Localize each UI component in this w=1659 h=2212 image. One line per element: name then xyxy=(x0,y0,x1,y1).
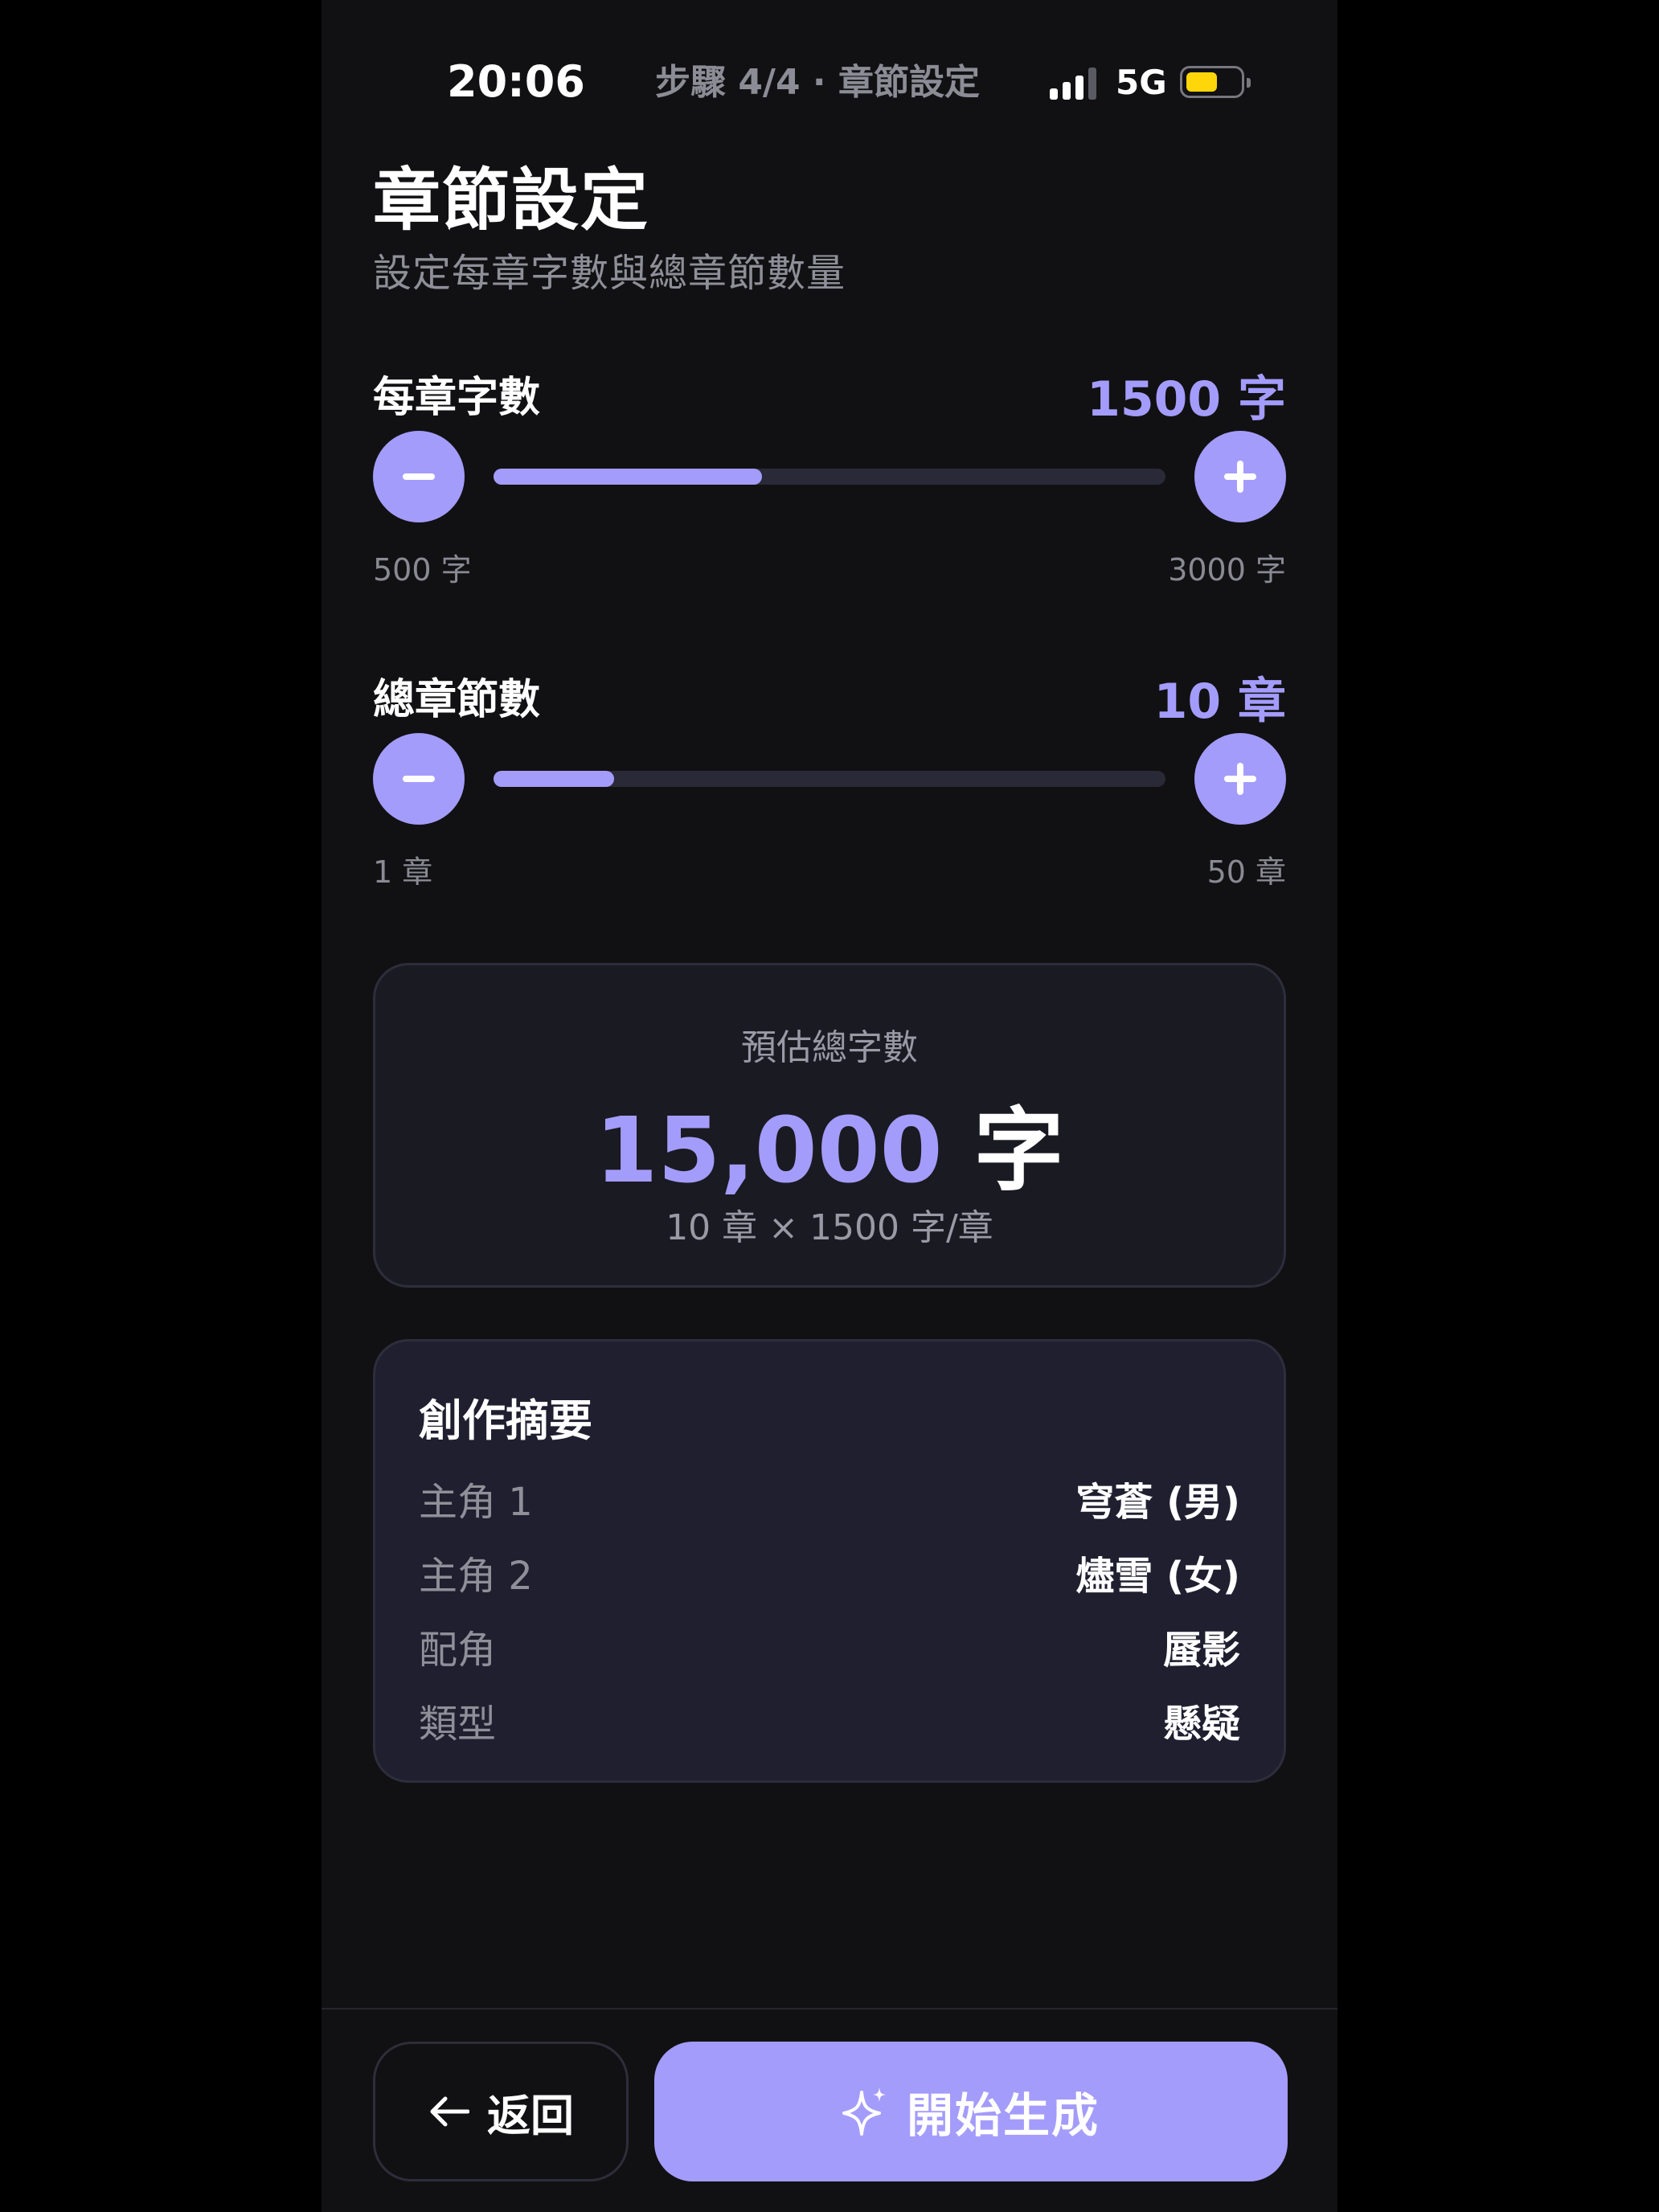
back-label: 返回 xyxy=(487,2090,574,2141)
estimate-label: 預估總字數 xyxy=(741,1027,918,1068)
words-per-chapter-label: 每章字數 xyxy=(373,374,541,422)
words-min-label: 500 字 xyxy=(373,552,472,588)
estimate-unit: 字 xyxy=(973,1099,1064,1203)
summary-value: 穹蒼 (男) xyxy=(1075,1480,1240,1525)
total-chapters-control: 總章節數 10 章 1 章 50 章 xyxy=(373,666,1286,891)
summary-key: 主角 2 xyxy=(419,1554,533,1599)
estimate-card: 預估總字數 15,000 字 10 章 × 1500 字/章 xyxy=(373,963,1286,1288)
chapters-max-label: 50 章 xyxy=(1206,854,1286,890)
decrease-chapters-button[interactable] xyxy=(373,733,465,825)
total-chapters-label: 總章節數 xyxy=(373,676,541,724)
network-type: 5G xyxy=(1116,63,1167,102)
sparkle-icon xyxy=(842,2087,886,2136)
estimate-value: 15,000 xyxy=(595,1099,943,1203)
estimate-total: 15,000 字 xyxy=(375,1078,1284,1208)
summary-value: 燼雪 (女) xyxy=(1075,1554,1240,1599)
page-title: 章節設定 xyxy=(373,161,650,240)
page-subtitle: 設定每章字數與總章節數量 xyxy=(373,251,846,296)
words-per-chapter-value: 1500 字 xyxy=(1087,371,1286,428)
decrease-words-button[interactable] xyxy=(373,431,465,522)
summary-value: 懸疑 xyxy=(1162,1702,1240,1747)
summary-row: 配角 蜃影 xyxy=(419,1618,1240,1674)
battery-icon xyxy=(1180,66,1251,98)
signal-bars-icon xyxy=(1050,68,1100,100)
phone-screen: 20:06 步驟 4/4 · 章節設定 5G 章節設定 設定每章字數與總章節數量… xyxy=(322,0,1337,2212)
total-chapters-value: 10 章 xyxy=(1153,674,1286,730)
words-max-label: 3000 字 xyxy=(1168,552,1286,588)
words-per-chapter-slider[interactable] xyxy=(494,469,1165,485)
bottom-divider xyxy=(322,2008,1337,2009)
start-generate-button[interactable]: 開始生成 xyxy=(654,2042,1288,2181)
summary-key: 配角 xyxy=(419,1628,497,1673)
plus-icon xyxy=(1224,461,1256,493)
words-per-chapter-control: 每章字數 1500 字 500 字 3000 字 xyxy=(373,363,1286,588)
chapters-min-label: 1 章 xyxy=(373,854,433,890)
increase-words-button[interactable] xyxy=(1194,431,1286,522)
arrow-left-icon xyxy=(430,2096,469,2127)
increase-chapters-button[interactable] xyxy=(1194,733,1286,825)
back-button[interactable]: 返回 xyxy=(373,2042,629,2181)
summary-key: 類型 xyxy=(419,1702,497,1747)
summary-row: 類型 懸疑 xyxy=(419,1692,1240,1748)
summary-row: 主角 1 穹蒼 (男) xyxy=(419,1470,1240,1526)
status-time: 20:06 xyxy=(447,56,585,107)
minus-icon xyxy=(403,776,435,782)
estimate-formula: 10 章 × 1500 字/章 xyxy=(666,1207,993,1248)
total-chapters-fill xyxy=(494,771,615,787)
summary-value: 蜃影 xyxy=(1162,1628,1240,1673)
step-indicator: 步驟 4/4 · 章節設定 xyxy=(655,62,980,103)
summary-card: 創作摘要 主角 1 穹蒼 (男) 主角 2 燼雪 (女) 配角 蜃影 類型 懸疑 xyxy=(373,1339,1286,1783)
summary-key: 主角 1 xyxy=(419,1480,533,1525)
status-bar: 20:06 步驟 4/4 · 章節設定 5G xyxy=(322,0,1337,161)
total-chapters-slider[interactable] xyxy=(494,771,1165,787)
summary-title: 創作摘要 xyxy=(419,1395,592,1446)
summary-row: 主角 2 燼雪 (女) xyxy=(419,1544,1240,1600)
words-per-chapter-fill xyxy=(494,469,763,485)
start-generate-label: 開始生成 xyxy=(906,2088,1100,2143)
plus-icon xyxy=(1224,763,1256,795)
minus-icon xyxy=(403,473,435,480)
